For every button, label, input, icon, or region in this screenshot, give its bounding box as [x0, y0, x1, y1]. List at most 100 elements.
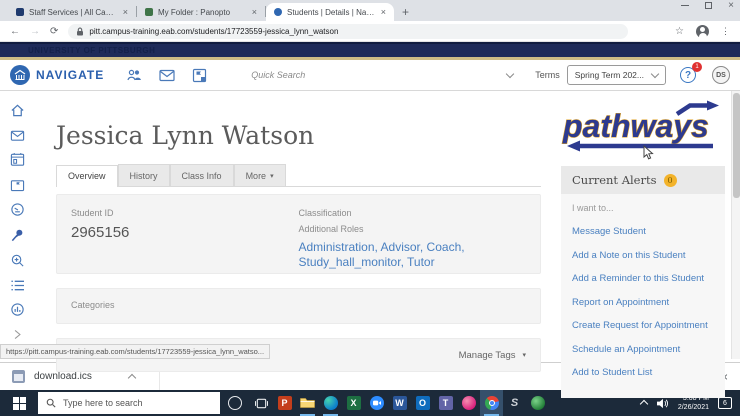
navigate-brand[interactable]: NAVIGATE	[36, 68, 104, 82]
address-input[interactable]: pitt.campus-training.eab.com/students/17…	[68, 23, 629, 39]
s-app-icon[interactable]: S	[503, 390, 526, 416]
tab-close-icon[interactable]: ×	[252, 7, 257, 17]
browser-url-bar: ← → ⟳ pitt.campus-training.eab.com/stude…	[0, 21, 740, 42]
right-sidebar: pathways Current Alerts 0 I want to... M…	[559, 91, 731, 398]
student-name-heading: Jessica Lynn Watson	[56, 121, 315, 150]
back-icon[interactable]: ←	[10, 26, 20, 37]
action-add-reminder[interactable]: Add a Reminder to this Student	[572, 273, 714, 284]
student-id-value: 2965156	[71, 224, 130, 241]
window-close-icon[interactable]: ×	[728, 1, 734, 11]
additional-roles-label: Additional Roles	[298, 224, 364, 234]
forward-icon[interactable]: →	[30, 26, 40, 37]
status-url-tooltip: https://pitt.campus-training.eab.com/stu…	[0, 344, 271, 359]
tab-close-icon[interactable]: ×	[381, 7, 386, 17]
home-icon[interactable]	[10, 103, 25, 118]
tab-history[interactable]: History	[117, 164, 170, 186]
window-minimize-icon[interactable]	[681, 5, 690, 6]
download-options-chevron-up-icon[interactable]	[127, 373, 137, 382]
volume-icon[interactable]	[656, 398, 669, 409]
notification-center-icon[interactable]: 6	[718, 397, 732, 409]
pink-app-icon[interactable]	[457, 390, 480, 416]
browser-profile-icon[interactable]	[696, 24, 709, 39]
reports-chart-icon[interactable]	[10, 302, 25, 317]
lists-icon[interactable]	[10, 279, 25, 292]
additional-roles-links[interactable]: Administration, Advisor, Coach, Study_ha…	[299, 240, 497, 270]
browser-tab-navigate[interactable]: Students | Details | Navigate ×	[266, 3, 394, 21]
expand-rail-chevron-icon[interactable]	[11, 328, 24, 341]
user-avatar[interactable]: DS	[712, 66, 730, 84]
conversations-icon[interactable]	[10, 129, 25, 142]
dashboard-gauge-icon[interactable]	[10, 202, 25, 217]
terms-label: Terms	[535, 70, 560, 80]
cortana-icon[interactable]	[228, 396, 242, 410]
current-alerts-title: Current Alerts	[572, 173, 657, 187]
left-nav-rail	[0, 91, 34, 359]
terms-dropdown[interactable]: Spring Term 202...	[566, 65, 666, 85]
tab-class-info[interactable]: Class Info	[169, 164, 234, 186]
ics-file-icon	[12, 370, 25, 383]
tab-title: My Folder : Panopto	[158, 7, 231, 17]
refresh-icon[interactable]: ⟳	[50, 26, 58, 37]
pinned-thumbtack-icon[interactable]	[10, 228, 25, 243]
tab-more[interactable]: More ▾	[233, 164, 286, 186]
action-create-request[interactable]: Create Request for Appointment	[572, 320, 714, 331]
staff-users-icon[interactable]	[126, 68, 142, 83]
help-notification-badge: 1	[692, 62, 702, 72]
screen: Staff Services | All Campuses × My Folde…	[0, 0, 740, 416]
calendar-icon[interactable]	[10, 152, 25, 167]
messages-envelope-icon[interactable]	[159, 69, 175, 82]
categories-card: Categories	[56, 288, 541, 324]
start-button[interactable]	[0, 390, 38, 416]
action-message-student[interactable]: Message Student	[572, 226, 714, 237]
action-add-note[interactable]: Add a Note on this Student	[572, 250, 714, 261]
file-explorer-icon[interactable]	[296, 390, 319, 416]
search-zoom-icon[interactable]	[10, 253, 25, 268]
excel-icon[interactable]: X	[342, 390, 365, 416]
quick-search-placeholder: Quick Search	[251, 70, 306, 80]
lock-icon	[77, 27, 84, 35]
student-id-label: Student ID	[71, 208, 114, 218]
window-maximize-icon[interactable]	[705, 2, 713, 9]
word-icon[interactable]: W	[388, 390, 411, 416]
tab-overview[interactable]: Overview	[56, 165, 118, 187]
outlook-icon[interactable]: O	[411, 390, 434, 416]
action-report-appointment[interactable]: Report on Appointment	[572, 297, 714, 308]
browser-tab-panopto[interactable]: My Folder : Panopto ×	[137, 3, 265, 21]
campaign-flag-icon[interactable]	[192, 68, 207, 83]
taskbar-search-input[interactable]: Type here to search	[38, 392, 220, 414]
action-schedule-appointment[interactable]: Schedule an Appointment	[572, 344, 714, 355]
chrome-icon[interactable]	[480, 390, 503, 416]
task-view-icon[interactable]	[250, 390, 273, 416]
page: UNIVERSITY OF PITTSBURGH NAVIGATE Quick …	[0, 42, 740, 398]
navigate-favicon	[274, 8, 282, 16]
hidden-icons-chevron-up-icon[interactable]	[639, 399, 649, 409]
browser-tab-strip: Staff Services | All Campuses × My Folde…	[0, 0, 740, 21]
page-scrollbar[interactable]	[731, 91, 740, 359]
quick-search-chevron-down-icon[interactable]	[505, 69, 515, 78]
browser-menu-icon[interactable]: ⋮	[721, 26, 730, 37]
current-alerts-panel: Current Alerts 0 I want to... Message St…	[561, 166, 725, 398]
teams-icon[interactable]: T	[434, 390, 457, 416]
new-tab-button[interactable]: +	[402, 5, 409, 19]
powerpoint-icon[interactable]: P	[273, 390, 296, 416]
staff-services-favicon	[16, 8, 24, 16]
navigate-logo-icon[interactable]	[10, 65, 30, 85]
browser-tab-staff-services[interactable]: Staff Services | All Campuses ×	[8, 3, 136, 21]
tab-title: Staff Services | All Campuses	[29, 7, 118, 17]
scrollbar-thumb[interactable]	[732, 93, 740, 198]
quick-search-input[interactable]: Quick Search	[207, 69, 531, 80]
tab-close-icon[interactable]: ×	[123, 7, 128, 17]
panopto-favicon	[145, 8, 153, 16]
edge-icon[interactable]	[319, 390, 342, 416]
help-button[interactable]: ? 1	[680, 62, 702, 83]
student-id-card: Student ID 2965156 Classification Additi…	[56, 194, 541, 274]
bookmark-star-icon[interactable]: ☆	[675, 26, 684, 37]
manage-tags-button[interactable]: Manage Tags ▾	[459, 348, 526, 362]
cases-folder-icon[interactable]	[10, 178, 25, 192]
action-add-to-student-list[interactable]: Add to Student List	[572, 367, 714, 378]
manage-tags-label: Manage Tags	[458, 349, 516, 361]
green-app-icon[interactable]	[526, 390, 549, 416]
zoom-icon[interactable]	[365, 390, 388, 416]
more-chevron-down-icon: ▾	[270, 172, 274, 180]
i-want-to-label: I want to...	[572, 203, 614, 213]
